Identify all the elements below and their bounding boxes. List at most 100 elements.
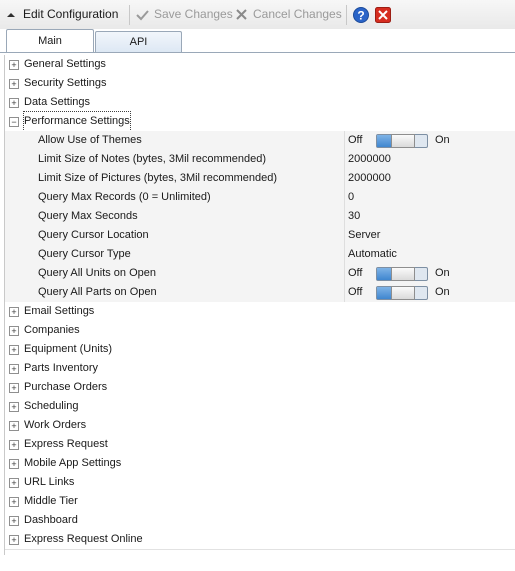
category-work-orders[interactable]: + Work Orders — [5, 416, 515, 436]
property-allow-themes: Allow Use of Themes Off On — [5, 131, 515, 151]
property-label: Query Cursor Location — [38, 229, 149, 241]
category-companies[interactable]: + Companies — [5, 321, 515, 341]
expand-icon[interactable]: + — [9, 459, 19, 469]
property-units-on-open: Query All Units on Open Off On — [5, 264, 515, 284]
property-label: Allow Use of Themes — [38, 134, 142, 146]
max-seconds-value[interactable]: 30 — [348, 207, 360, 226]
category-url-links[interactable]: + URL Links — [5, 473, 515, 493]
category-data-settings[interactable]: + Data Settings — [5, 93, 515, 113]
category-label: Equipment (Units) — [24, 343, 113, 355]
save-changes-label: Save Changes — [154, 7, 233, 21]
column-divider — [344, 283, 345, 302]
category-label: General Settings — [24, 58, 106, 70]
category-label: Scheduling — [24, 400, 79, 412]
column-divider — [344, 245, 345, 264]
toggle-off-label: Off — [348, 286, 363, 298]
tab-api[interactable]: API — [95, 31, 182, 52]
column-divider — [344, 188, 345, 207]
category-parts-inventory[interactable]: + Parts Inventory — [5, 359, 515, 379]
property-label: Limit Size of Notes (bytes, 3Mil recomme… — [38, 153, 267, 165]
category-label: Work Orders — [24, 419, 87, 431]
svg-text:?: ? — [357, 8, 364, 22]
cursor-type-value[interactable]: Automatic — [348, 245, 397, 264]
expand-icon[interactable]: + — [9, 345, 19, 355]
close-icon — [375, 6, 391, 23]
column-divider — [344, 264, 345, 283]
help-button[interactable]: ? — [353, 0, 369, 29]
settings-tree: + General Settings + Security Settings +… — [4, 55, 515, 555]
collapse-icon[interactable]: − — [9, 117, 19, 127]
toggle-thumb[interactable] — [391, 286, 415, 300]
close-button[interactable] — [375, 0, 391, 29]
max-records-value[interactable]: 0 — [348, 188, 354, 207]
expand-icon[interactable]: + — [9, 364, 19, 374]
expand-icon[interactable]: + — [9, 535, 19, 545]
expand-icon[interactable]: + — [9, 98, 19, 108]
cancel-changes-button[interactable]: Cancel Changes — [236, 0, 342, 29]
category-label: Express Request — [24, 438, 108, 450]
category-purchase-orders[interactable]: + Purchase Orders — [5, 378, 515, 398]
column-divider — [344, 131, 345, 150]
category-performance-settings[interactable]: − Performance Settings — [5, 111, 515, 132]
property-parts-on-open: Query All Parts on Open Off On — [5, 283, 515, 303]
property-label: Query Max Seconds — [38, 210, 138, 222]
toolbar-separator — [129, 5, 130, 25]
property-label: Query Cursor Type — [38, 248, 131, 260]
column-divider — [344, 207, 345, 226]
category-label: Email Settings — [24, 305, 95, 317]
toggle-track[interactable] — [376, 286, 428, 300]
toolbar-separator — [346, 5, 347, 25]
category-equipment-units[interactable]: + Equipment (Units) — [5, 340, 515, 360]
category-label: Express Request Online — [24, 533, 143, 545]
help-icon: ? — [353, 6, 369, 23]
category-mobile-app-settings[interactable]: + Mobile App Settings — [5, 454, 515, 474]
tab-main[interactable]: Main — [6, 29, 94, 52]
toggle-thumb[interactable] — [391, 134, 415, 148]
expand-icon[interactable]: + — [9, 440, 19, 450]
property-label: Query Max Records (0 = Unlimited) — [38, 191, 211, 203]
toggle-track[interactable] — [376, 134, 428, 148]
category-label: Security Settings — [24, 77, 107, 89]
expand-icon[interactable]: + — [9, 326, 19, 336]
category-security-settings[interactable]: + Security Settings — [5, 74, 515, 94]
category-dashboard[interactable]: + Dashboard — [5, 511, 515, 531]
edit-configuration-label: Edit Configuration — [23, 7, 119, 21]
expand-icon[interactable]: + — [9, 307, 19, 317]
property-label: Limit Size of Pictures (bytes, 3Mil reco… — [38, 172, 278, 184]
expand-icon[interactable]: + — [9, 478, 19, 488]
expand-icon[interactable]: + — [9, 79, 19, 89]
column-divider — [344, 226, 345, 245]
toolbar: Edit Configuration Save Changes Cancel C… — [0, 0, 515, 30]
cursor-location-value[interactable]: Server — [348, 226, 380, 245]
expand-icon[interactable]: + — [9, 516, 19, 526]
category-scheduling[interactable]: + Scheduling — [5, 397, 515, 417]
category-middle-tier[interactable]: + Middle Tier — [5, 492, 515, 512]
notes-limit-value[interactable]: 2000000 — [348, 150, 391, 169]
toggle-off-label: Off — [348, 134, 363, 146]
category-email-settings[interactable]: + Email Settings — [5, 302, 515, 322]
category-label: Companies — [24, 324, 80, 336]
category-express-request[interactable]: + Express Request — [5, 435, 515, 455]
edit-configuration-button[interactable]: Edit Configuration — [6, 0, 118, 29]
x-icon — [236, 9, 247, 20]
expand-icon[interactable]: + — [9, 60, 19, 70]
expand-icon[interactable]: + — [9, 421, 19, 431]
property-cursor-type: Query Cursor Type Automatic — [5, 245, 515, 265]
category-label: URL Links — [24, 476, 75, 488]
category-label: Dashboard — [24, 514, 78, 526]
category-express-request-online[interactable]: + Express Request Online — [5, 530, 515, 550]
toggle-thumb[interactable] — [391, 267, 415, 281]
category-label: Performance Settings — [23, 111, 131, 132]
pictures-limit-value[interactable]: 2000000 — [348, 169, 391, 188]
category-general-settings[interactable]: + General Settings — [5, 55, 515, 75]
toggle-track[interactable] — [376, 267, 428, 281]
category-label: Mobile App Settings — [24, 457, 122, 469]
expand-icon[interactable]: + — [9, 402, 19, 412]
expand-icon[interactable]: + — [9, 383, 19, 393]
category-label: Middle Tier — [24, 495, 78, 507]
tab-bar: Main API — [0, 29, 515, 53]
category-label: Purchase Orders — [24, 381, 108, 393]
save-changes-button[interactable]: Save Changes — [136, 0, 233, 29]
expand-icon[interactable]: + — [9, 497, 19, 507]
category-label: Data Settings — [24, 96, 91, 108]
